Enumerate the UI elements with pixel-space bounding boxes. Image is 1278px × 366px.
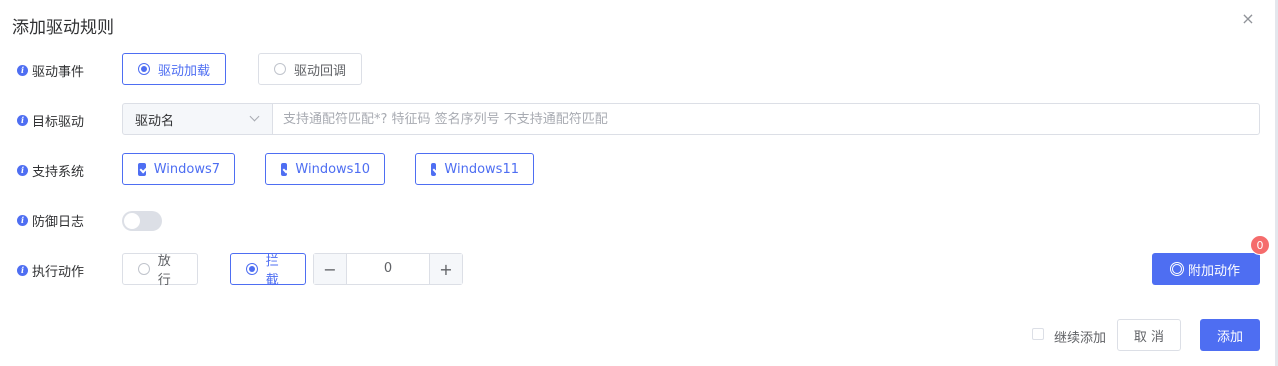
toggle-knob — [124, 213, 140, 229]
radio-dot-icon — [246, 263, 258, 275]
checkbox-windows10[interactable]: Windows10 — [265, 153, 385, 185]
field-label-defense-log: i 防御日志 — [17, 211, 84, 230]
decrement-button[interactable]: − — [314, 254, 347, 284]
add-button[interactable]: 添加 — [1200, 319, 1260, 351]
radio-allow[interactable]: 放行 — [122, 253, 198, 288]
label-text: 支持系统 — [32, 165, 85, 180]
match-type-select[interactable]: 驱动名 — [122, 103, 273, 135]
radio-block[interactable]: 拦截 — [230, 253, 306, 288]
checkbox-checked-icon — [138, 162, 146, 176]
checkbox-checked-icon — [431, 162, 437, 176]
field-label-target-driver: i 目标驱动 — [17, 111, 84, 130]
extra-action-label: 附加动作 — [1187, 263, 1240, 279]
stepper-value[interactable]: 0 — [347, 254, 429, 284]
row-action: i 执行动作 放行 拦截 − 0 + 附加动作 0 — [0, 235, 1278, 288]
checkbox-checked-icon — [281, 162, 288, 176]
checkbox-windows7[interactable]: Windows7 — [122, 153, 235, 185]
field-label-driver-event: i 驱动事件 — [17, 61, 84, 80]
radio-driver-load[interactable]: 驱动加载 — [122, 53, 226, 85]
field-label-supported-systems: i 支持系统 — [17, 161, 84, 180]
field-label-action: i 执行动作 — [17, 261, 84, 280]
extra-action-count-badge: 0 — [1250, 235, 1270, 255]
row-driver-event: i 驱动事件 驱动加载 驱动回调 — [0, 53, 1278, 85]
radio-dot-icon — [138, 263, 150, 275]
label-text: 目标驱动 — [32, 115, 85, 130]
radio-label: 拦截 — [265, 254, 279, 288]
radio-label: 驱动加载 — [158, 63, 211, 79]
radio-driver-callback[interactable]: 驱动回调 — [258, 53, 362, 85]
info-icon[interactable]: i — [17, 115, 28, 126]
label-text: 执行动作 — [32, 265, 85, 280]
checkbox-label: Windows7 — [153, 161, 220, 177]
increment-button[interactable]: + — [429, 254, 462, 284]
continue-add-checkbox[interactable] — [1032, 328, 1044, 340]
row-supported-systems: i 支持系统 Windows7 Windows10 Windows11 — [0, 153, 1278, 185]
radio-dot-icon — [274, 63, 286, 75]
info-icon[interactable]: i — [17, 265, 28, 276]
defense-log-toggle[interactable] — [122, 211, 162, 231]
extra-action-button[interactable]: 附加动作 — [1152, 253, 1260, 285]
checkbox-label: Windows10 — [295, 161, 370, 177]
checkbox-windows11[interactable]: Windows11 — [415, 153, 534, 185]
row-defense-log: i 防御日志 — [0, 203, 1278, 235]
info-icon[interactable]: i — [17, 65, 28, 76]
gear-icon — [1171, 264, 1182, 274]
label-text: 驱动事件 — [32, 65, 85, 80]
info-icon[interactable]: i — [17, 165, 28, 176]
radio-label: 驱动回调 — [294, 63, 347, 79]
count-stepper: − 0 + — [313, 253, 463, 285]
radio-label: 放行 — [157, 254, 171, 288]
row-target-driver: i 目标驱动 驱动名 — [0, 103, 1278, 135]
chevron-down-icon — [249, 111, 260, 122]
checkbox-label: Windows11 — [444, 161, 519, 177]
dialog-title: 添加驱动规则 — [12, 18, 114, 38]
add-driver-rule-dialog: 添加驱动规则 × i 驱动事件 驱动加载 驱动回调 i 目标驱动 驱动名 i — [0, 0, 1278, 366]
label-text: 防御日志 — [32, 215, 85, 230]
select-value: 驱动名 — [135, 113, 175, 129]
radio-dot-icon — [138, 63, 150, 75]
info-icon[interactable]: i — [17, 215, 28, 226]
close-icon[interactable]: × — [1239, 10, 1257, 28]
cancel-button[interactable]: 取 消 — [1117, 319, 1181, 351]
continue-add-label[interactable]: 继续添加 — [1054, 327, 1106, 346]
driver-match-input[interactable] — [272, 103, 1260, 135]
